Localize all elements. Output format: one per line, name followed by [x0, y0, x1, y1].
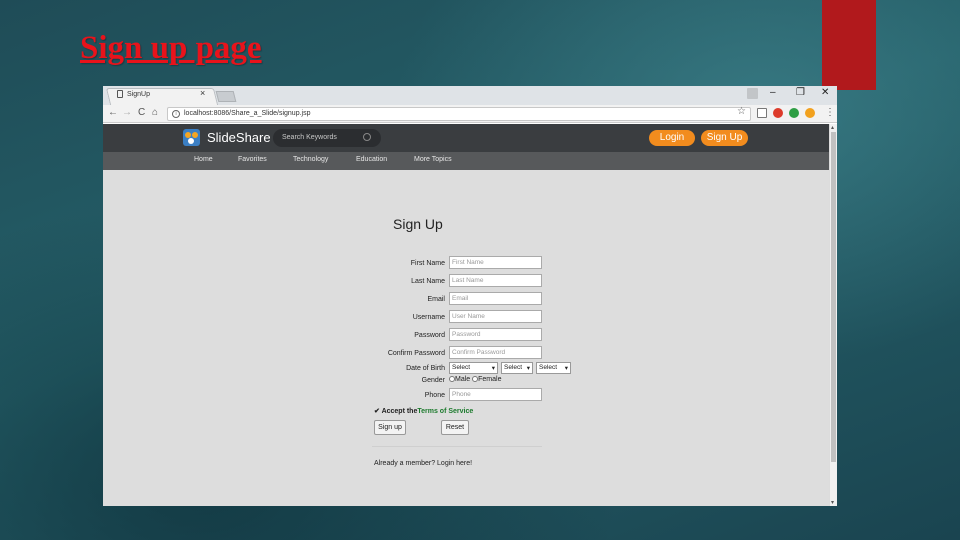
- page-icon: [117, 90, 123, 98]
- dob-day-select[interactable]: Select ▾: [449, 362, 498, 374]
- forward-icon[interactable]: →: [122, 107, 132, 118]
- gender-label: Gender: [421, 377, 445, 384]
- signup-submit-button[interactable]: Sign up: [374, 420, 406, 435]
- gender-options: Male Female: [449, 376, 501, 383]
- terms-row: ✔ Accept theTerms of Service: [374, 407, 473, 415]
- nav-technology[interactable]: Technology: [293, 156, 328, 163]
- scroll-up-icon[interactable]: ▴: [831, 124, 834, 131]
- gender-male-label: Male: [455, 376, 471, 383]
- chevron-down-icon: ▾: [491, 365, 495, 372]
- address-bar: ← → C ⌂ i localhost:8086/Share_a_Slide/s…: [103, 105, 837, 123]
- tab-close-icon[interactable]: ×: [200, 88, 205, 98]
- menu-icon[interactable]: ⋮: [825, 107, 835, 118]
- phone-label: Phone: [424, 392, 445, 399]
- last-name-field[interactable]: Last Name: [449, 274, 542, 287]
- login-button[interactable]: Login: [649, 130, 695, 146]
- username-field[interactable]: User Name: [449, 310, 542, 323]
- color-extension-icon[interactable]: [805, 108, 815, 118]
- reset-button[interactable]: Reset: [441, 420, 469, 435]
- phone-field[interactable]: Phone: [449, 388, 542, 401]
- confirm-password-label: Confirm Password: [387, 350, 445, 357]
- slideshare-logo-icon[interactable]: [183, 129, 200, 146]
- password-field[interactable]: Password: [449, 328, 542, 341]
- back-icon[interactable]: ←: [108, 107, 118, 118]
- nav-home[interactable]: Home: [194, 156, 213, 163]
- home-icon[interactable]: ⌂: [152, 107, 158, 118]
- dob-label: Date of Birth: [406, 365, 445, 372]
- accent-bar: [822, 0, 876, 90]
- page-scrollbar[interactable]: ▴ ▾: [829, 124, 837, 506]
- logo-text[interactable]: SlideShare: [207, 130, 271, 145]
- slide-title: Sign up page: [80, 30, 262, 66]
- close-window-icon[interactable]: ✕: [821, 87, 829, 98]
- bookmark-star-icon[interactable]: ☆: [737, 106, 746, 117]
- terms-prefix: Accept the: [381, 408, 418, 415]
- login-here-link[interactable]: Already a member? Login here!: [374, 460, 472, 467]
- chevron-down-icon: ▾: [564, 365, 568, 372]
- nav-more-topics[interactable]: More Topics: [414, 156, 452, 163]
- scroll-down-icon[interactable]: ▾: [831, 499, 834, 506]
- scrollbar-thumb[interactable]: [831, 132, 836, 462]
- tab-title: SignUp: [127, 90, 150, 98]
- last-name-label: Last Name: [411, 278, 445, 285]
- dob-year-value: Select: [539, 364, 558, 371]
- site-header: SlideShare Search Keywords Login Sign Up: [103, 124, 829, 152]
- cast-icon[interactable]: [757, 108, 767, 118]
- page-content: SlideShare Search Keywords Login Sign Up…: [103, 124, 829, 506]
- dob-day-value: Select: [452, 364, 471, 371]
- site-nav: Home Favorites Technology Education More…: [103, 152, 829, 170]
- minimize-icon[interactable]: –: [770, 87, 776, 98]
- checkbox-checked-icon[interactable]: ✔: [374, 408, 380, 415]
- dob-year-select[interactable]: Select ▾: [536, 362, 571, 374]
- email-label: Email: [427, 296, 445, 303]
- signup-header-button[interactable]: Sign Up: [701, 130, 748, 146]
- form-divider: [372, 446, 542, 447]
- dob-month-select[interactable]: Select ▾: [501, 362, 533, 374]
- url-input[interactable]: i localhost:8086/Share_a_Slide/signup.js…: [167, 107, 751, 121]
- tab-bar: SignUp × – ❐ ✕: [103, 86, 837, 105]
- terms-of-service-link[interactable]: Terms of Service: [417, 408, 473, 415]
- username-label: Username: [412, 314, 445, 321]
- new-tab-button[interactable]: [215, 91, 237, 102]
- info-icon[interactable]: i: [172, 110, 180, 118]
- email-field[interactable]: Email: [449, 292, 542, 305]
- search-placeholder: Search Keywords: [282, 134, 337, 141]
- nav-education[interactable]: Education: [356, 156, 387, 163]
- first-name-field[interactable]: First Name: [449, 256, 542, 269]
- browser-window: SignUp × – ❐ ✕ ← → C ⌂ i localhost:8086/…: [103, 86, 837, 506]
- search-icon[interactable]: [363, 133, 371, 141]
- gender-female-label: Female: [478, 376, 502, 383]
- nav-favorites[interactable]: Favorites: [238, 156, 267, 163]
- restore-icon[interactable]: ❐: [796, 87, 805, 98]
- grammarly-extension-icon[interactable]: [789, 108, 799, 118]
- user-profile-icon[interactable]: [747, 88, 758, 99]
- search-input[interactable]: Search Keywords: [273, 129, 381, 147]
- chevron-down-icon: ▾: [526, 365, 530, 372]
- password-label: Password: [414, 332, 445, 339]
- reload-icon[interactable]: C: [138, 107, 145, 118]
- first-name-label: First Name: [410, 260, 445, 267]
- url-text: localhost:8086/Share_a_Slide/signup.jsp: [184, 110, 311, 117]
- dob-month-value: Select: [504, 364, 523, 371]
- opera-extension-icon[interactable]: [773, 108, 783, 118]
- form-heading: Sign Up: [393, 216, 443, 232]
- confirm-password-field[interactable]: Confirm Password: [449, 346, 542, 359]
